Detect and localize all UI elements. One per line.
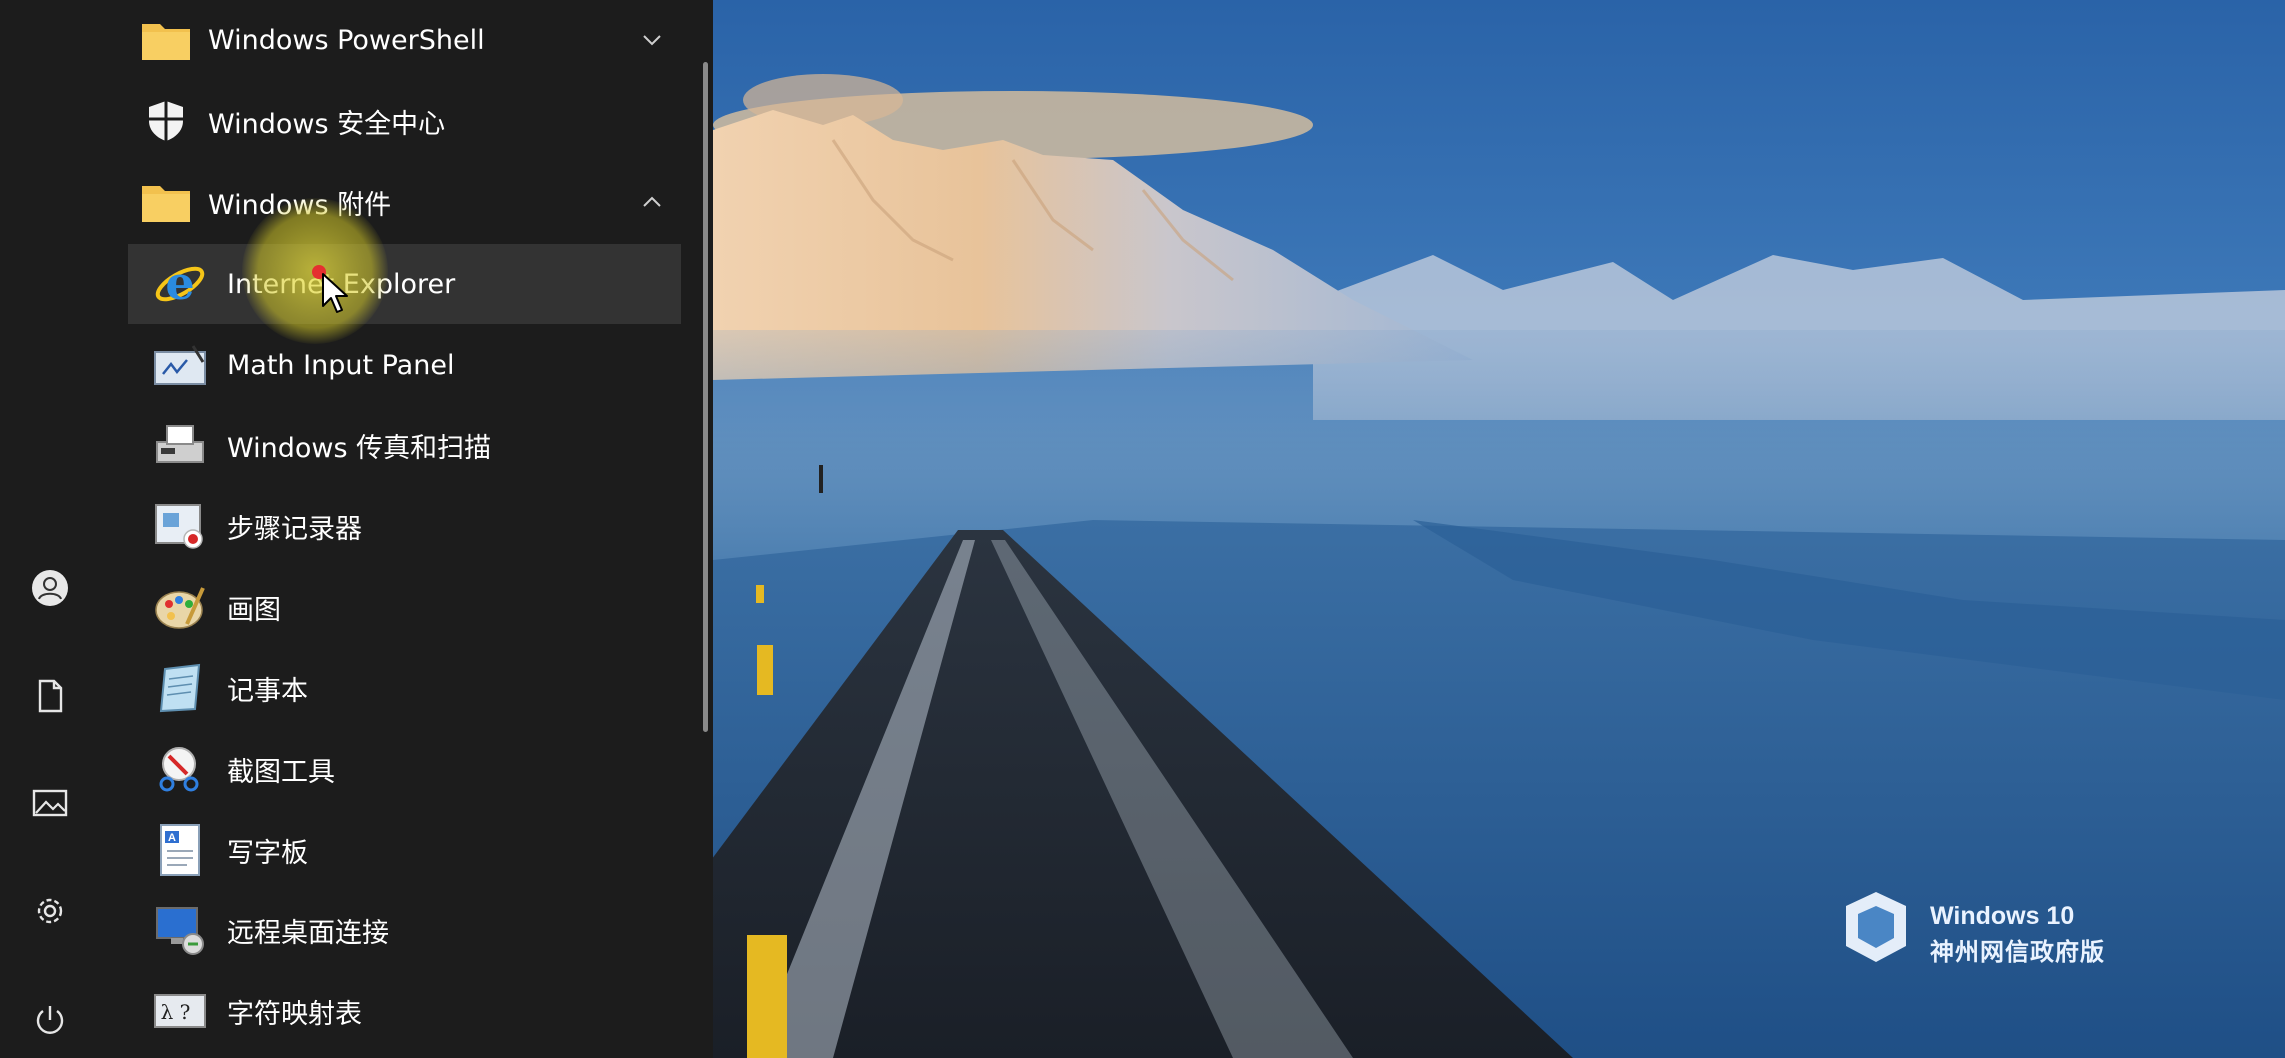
app-list-scrollbar[interactable] [703, 62, 708, 732]
app-paint[interactable]: 画图 [128, 567, 681, 647]
desktop [713, 0, 2285, 1058]
app-label: Windows PowerShell [208, 24, 485, 56]
notepad-icon [152, 660, 208, 716]
app-remote-desktop[interactable]: 远程桌面连接 [128, 890, 681, 970]
app-label: 步骤记录器 [227, 513, 362, 545]
app-label: 写字板 [227, 837, 308, 869]
remote-desktop-icon [152, 902, 208, 958]
app-label: 截图工具 [227, 756, 335, 788]
app-label: Windows 传真和扫描 [227, 432, 492, 464]
paint-icon [152, 579, 208, 635]
app-wordpad[interactable]: A 写字板 [128, 810, 681, 890]
math-input-panel-icon [152, 337, 208, 393]
svg-text:e: e [165, 257, 194, 310]
chevron-up-icon [637, 187, 667, 217]
app-list: Windows PowerShell Windows 安全中心 Windows … [0, 0, 713, 1058]
app-notepad[interactable]: 记事本 [128, 648, 681, 728]
mouse-pointer-icon [322, 273, 348, 313]
character-map-icon: λ? [152, 983, 208, 1039]
folder-windows-powershell[interactable]: Windows PowerShell [128, 0, 681, 80]
svg-text:?: ? [180, 1000, 191, 1024]
app-windows-security[interactable]: Windows 安全中心 [128, 81, 681, 161]
app-internet-explorer[interactable]: e Internet Explorer [128, 244, 681, 324]
steps-recorder-icon [152, 498, 208, 554]
wordpad-icon: A [152, 822, 208, 878]
folder-icon [138, 12, 194, 68]
svg-text:λ: λ [161, 1000, 174, 1024]
svg-text:A: A [168, 832, 176, 844]
app-math-input-panel[interactable]: Math Input Panel [128, 325, 681, 405]
app-label: 画图 [227, 594, 281, 626]
watermark-title: Windows 10 [1930, 902, 2075, 930]
watermark-subtitle: 神州网信政府版 [1930, 938, 2105, 966]
snipping-tool-icon [152, 741, 208, 797]
app-character-map[interactable]: λ? 字符映射表 [128, 971, 681, 1051]
internet-explorer-icon: e [152, 256, 208, 312]
app-label: 字符映射表 [227, 998, 362, 1030]
app-steps-recorder[interactable]: 步骤记录器 [128, 486, 681, 566]
app-label: Windows 安全中心 [208, 108, 446, 140]
folder-icon [138, 174, 194, 230]
app-label: Math Input Panel [227, 349, 455, 381]
app-windows-fax-scan[interactable]: Windows 传真和扫描 [128, 405, 681, 485]
chevron-down-icon [637, 25, 667, 55]
app-snipping-tool[interactable]: 截图工具 [128, 729, 681, 809]
folder-windows-accessories[interactable]: Windows 附件 [128, 162, 681, 242]
fax-scan-icon [152, 417, 208, 473]
shield-icon [138, 93, 194, 149]
start-menu: Windows PowerShell Windows 安全中心 Windows … [0, 0, 713, 1058]
app-label: 远程桌面连接 [227, 917, 389, 949]
app-label: 记事本 [227, 675, 308, 707]
